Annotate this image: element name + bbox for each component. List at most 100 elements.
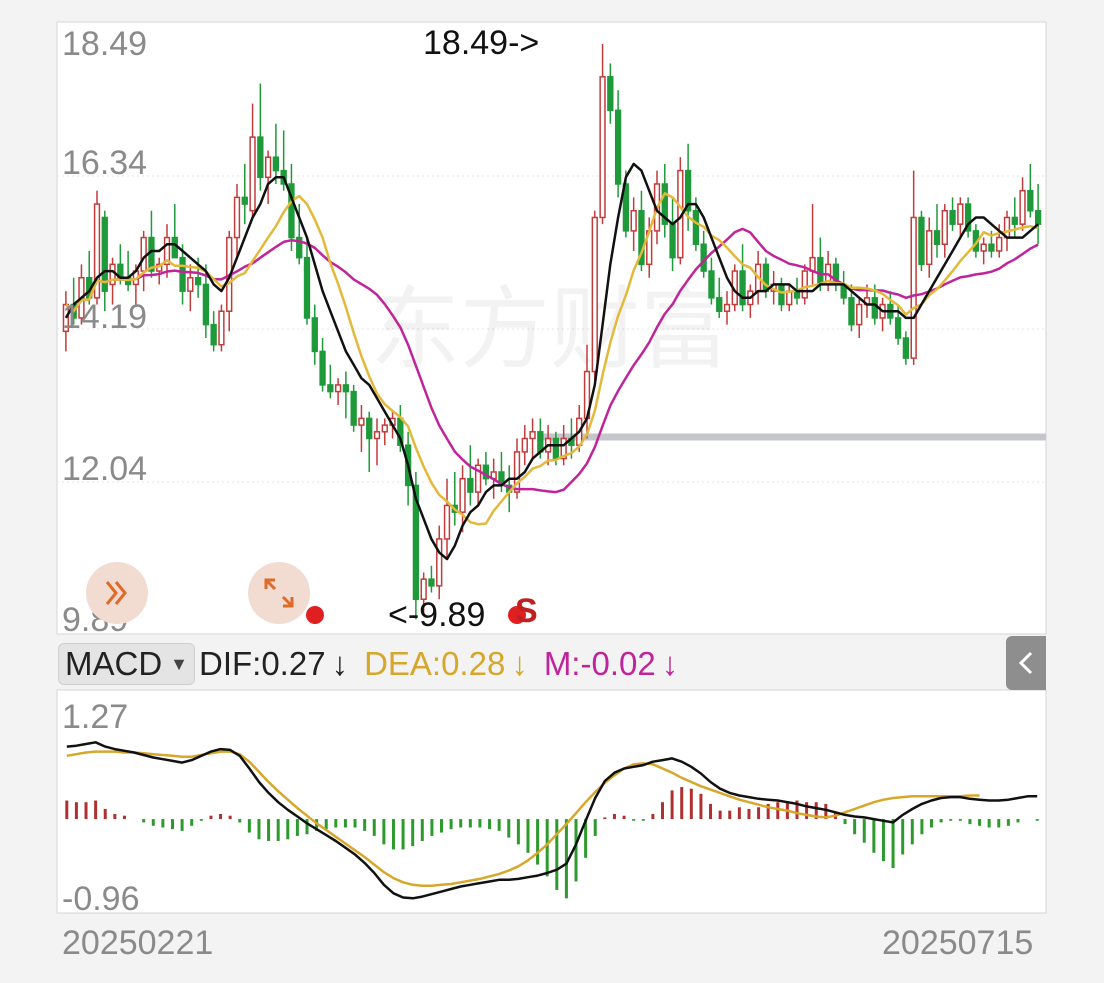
signal-dot bbox=[306, 606, 324, 624]
candle-body bbox=[669, 223, 676, 259]
candle-body bbox=[459, 477, 466, 513]
candle-body bbox=[249, 136, 256, 212]
candle-body bbox=[319, 350, 326, 386]
candle-body bbox=[436, 538, 443, 587]
candle-body bbox=[443, 504, 451, 540]
candle-body bbox=[996, 236, 1003, 252]
arrow-down-icon: ↓ bbox=[511, 645, 528, 682]
candle-body bbox=[140, 236, 147, 272]
candle-body bbox=[179, 256, 186, 292]
price-axis-label: 16.34 bbox=[62, 144, 148, 182]
candle-body bbox=[988, 243, 995, 252]
candle-body bbox=[327, 384, 334, 393]
candle-body bbox=[552, 437, 560, 460]
candle-body bbox=[902, 337, 910, 359]
candle-body bbox=[708, 270, 715, 299]
candle-body bbox=[910, 216, 917, 359]
candle-body bbox=[817, 256, 824, 286]
candle-body bbox=[264, 156, 272, 179]
candle-body bbox=[894, 317, 902, 339]
price-axis-label: 18.49 bbox=[62, 25, 148, 63]
candle-body bbox=[614, 109, 622, 185]
macd-axis-label: 1.27 bbox=[62, 698, 129, 736]
candle-body bbox=[529, 431, 536, 440]
low-price-annotation: <-9.89 bbox=[388, 596, 486, 634]
candle-body bbox=[739, 270, 746, 306]
candle-body bbox=[148, 236, 155, 272]
candle-body bbox=[723, 303, 731, 312]
candle-body bbox=[692, 210, 700, 246]
candle-body bbox=[599, 76, 606, 219]
forward-button[interactable] bbox=[86, 562, 148, 624]
candle-body bbox=[101, 216, 108, 292]
candle-body bbox=[871, 297, 878, 319]
candle bbox=[591, 210, 598, 385]
candle-body bbox=[194, 276, 202, 286]
candle-body bbox=[957, 203, 964, 225]
candle-body bbox=[210, 323, 217, 346]
chevron-left-icon bbox=[1018, 651, 1033, 675]
candle-body bbox=[918, 216, 925, 266]
expand-arrows-icon bbox=[264, 578, 294, 608]
candle-body bbox=[856, 303, 863, 326]
price-axis-label: 12.04 bbox=[62, 450, 148, 488]
candle-body bbox=[311, 317, 318, 353]
candle bbox=[964, 197, 972, 238]
candle-body bbox=[342, 384, 350, 393]
stock-chart: 东方财富 bbox=[56, 21, 1047, 914]
candle-body bbox=[607, 76, 614, 112]
collapse-panel-button[interactable] bbox=[1006, 636, 1046, 690]
candle-body bbox=[467, 477, 474, 493]
candle-body bbox=[1011, 216, 1018, 225]
candle-body bbox=[334, 384, 342, 393]
expand-button[interactable] bbox=[248, 562, 310, 624]
candle bbox=[801, 264, 808, 305]
candle-body bbox=[926, 230, 933, 266]
candle-body bbox=[521, 437, 528, 453]
candle-body bbox=[1019, 189, 1026, 225]
candle-body bbox=[233, 196, 241, 239]
candle-body bbox=[980, 243, 987, 252]
watermark: 东方财富 bbox=[370, 277, 730, 382]
candle-body bbox=[171, 236, 178, 259]
end-date-label: 20250715 bbox=[882, 924, 1034, 962]
sell-signal-marker: S bbox=[515, 592, 538, 630]
candle bbox=[918, 210, 925, 272]
dea-value: DEA:0.28 bbox=[364, 645, 506, 682]
candle-body bbox=[778, 283, 785, 306]
candle-body bbox=[381, 424, 388, 433]
candle-body bbox=[187, 276, 194, 292]
caret-down-icon: ▼ bbox=[170, 653, 188, 674]
candle-body bbox=[428, 578, 435, 587]
macd-info-bar: MACD ▼ DIF:0.27 ↓ DEA:0.28 ↓ M:-0.02 ↓ bbox=[58, 642, 678, 686]
macd-panel bbox=[56, 689, 1047, 914]
arrow-down-icon: ↓ bbox=[331, 645, 349, 682]
candle-body bbox=[1027, 189, 1034, 212]
price-axis-label: 14.19 bbox=[62, 298, 148, 336]
candle-body bbox=[801, 270, 808, 299]
candle-body bbox=[630, 210, 637, 232]
candle-body bbox=[358, 417, 365, 426]
candle-body bbox=[241, 196, 248, 205]
candle-body bbox=[202, 283, 210, 326]
indicator-name: MACD bbox=[65, 645, 163, 682]
macd-axis-label: -0.96 bbox=[62, 880, 140, 918]
candle-body bbox=[591, 216, 598, 373]
indicator-selector[interactable]: MACD ▼ bbox=[58, 643, 195, 685]
candle-body bbox=[949, 210, 956, 225]
start-date-label: 20250221 bbox=[62, 924, 214, 962]
candle-body bbox=[218, 310, 225, 346]
candle-body bbox=[366, 417, 373, 440]
candle bbox=[350, 384, 357, 432]
double-chevron-right-icon bbox=[105, 581, 127, 605]
candle-body bbox=[350, 390, 357, 426]
candle-body bbox=[272, 156, 280, 172]
candle-body bbox=[941, 210, 948, 246]
arrow-down-icon: ↓ bbox=[661, 645, 679, 682]
dif-value: DIF:0.27 bbox=[199, 645, 326, 682]
candle-body bbox=[716, 297, 723, 312]
candle-body bbox=[303, 256, 311, 319]
candle-body bbox=[373, 431, 381, 440]
candle bbox=[218, 304, 225, 352]
candle-body bbox=[933, 230, 941, 246]
